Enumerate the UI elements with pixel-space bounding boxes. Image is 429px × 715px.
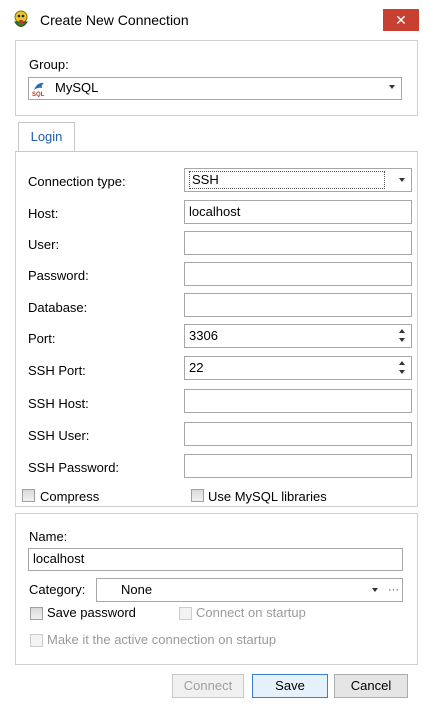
more-options-icon[interactable]: ··· (388, 579, 399, 601)
tab-login[interactable]: Login (18, 122, 75, 153)
spin-up-icon[interactable] (399, 329, 405, 333)
password-label: Password: (28, 268, 89, 283)
ssh-user-label: SSH User: (28, 428, 90, 443)
use-mysql-libraries-label: Use MySQL libraries (208, 489, 327, 504)
spin-up-icon[interactable] (399, 361, 405, 365)
app-logo-icon (10, 9, 32, 31)
name-field[interactable]: localhost (28, 548, 403, 571)
ssh-password-label: SSH Password: (28, 460, 120, 475)
host-label: Host: (28, 206, 59, 221)
tab-login-label: Login (30, 129, 63, 144)
save-button[interactable]: Save (252, 674, 328, 698)
chevron-down-icon (399, 178, 405, 182)
ssh-user-field[interactable] (184, 422, 412, 446)
active-on-startup-label: Make it the active connection on startup (47, 632, 277, 647)
user-label: User: (28, 237, 60, 252)
active-on-startup-checkbox[interactable] (30, 634, 43, 647)
connect-on-startup-label: Connect on startup (196, 605, 306, 620)
connection-type-label: Connection type: (28, 174, 126, 189)
ssh-port-value: 22 (189, 360, 204, 375)
port-value: 3306 (189, 328, 218, 343)
compress-checkbox[interactable] (22, 489, 35, 502)
connection-type-value: SSH (189, 171, 385, 189)
category-value: None (121, 582, 153, 597)
port-stepper[interactable]: 3306 (184, 324, 412, 348)
compress-label: Compress (40, 489, 100, 504)
database-field[interactable] (184, 293, 412, 317)
chevron-down-icon (372, 588, 378, 592)
save-password-label: Save password (47, 605, 136, 620)
connect-button[interactable]: Connect (172, 674, 244, 698)
password-field[interactable] (184, 262, 412, 286)
user-field[interactable] (184, 231, 412, 255)
close-button[interactable]: ✕ (383, 9, 419, 31)
category-label: Category: (29, 582, 86, 597)
ssh-port-label: SSH Port: (28, 363, 86, 378)
ssh-port-stepper[interactable]: 22 (184, 356, 412, 380)
ssh-host-field[interactable] (184, 389, 412, 413)
port-label: Port: (28, 331, 56, 346)
use-mysql-libraries-checkbox[interactable] (191, 489, 204, 502)
window-title: Create New Connection (40, 12, 189, 28)
options-row: Compress Use MySQL libraries (16, 486, 415, 504)
group-label: Group: (29, 57, 69, 72)
close-icon: ✕ (395, 12, 407, 28)
spin-down-icon[interactable] (399, 338, 405, 342)
category-select[interactable]: None ··· (96, 578, 403, 602)
chevron-down-icon (389, 85, 395, 89)
group-select[interactable]: MySQL (28, 77, 402, 100)
mysql-dolphin-icon: SQL (31, 80, 49, 98)
name-label: Name: (29, 529, 68, 544)
database-label: Database: (28, 300, 88, 315)
connection-type-select[interactable]: SSH (184, 168, 412, 192)
connect-on-startup-checkbox[interactable] (179, 607, 192, 620)
save-password-checkbox[interactable] (30, 607, 43, 620)
ssh-host-label: SSH Host: (28, 396, 89, 411)
group-value: MySQL (55, 80, 99, 95)
svg-text:SQL: SQL (32, 92, 45, 97)
spin-down-icon[interactable] (399, 370, 405, 374)
cancel-button[interactable]: Cancel (334, 674, 408, 698)
host-field[interactable]: localhost (184, 200, 412, 224)
ssh-password-field[interactable] (184, 454, 412, 478)
